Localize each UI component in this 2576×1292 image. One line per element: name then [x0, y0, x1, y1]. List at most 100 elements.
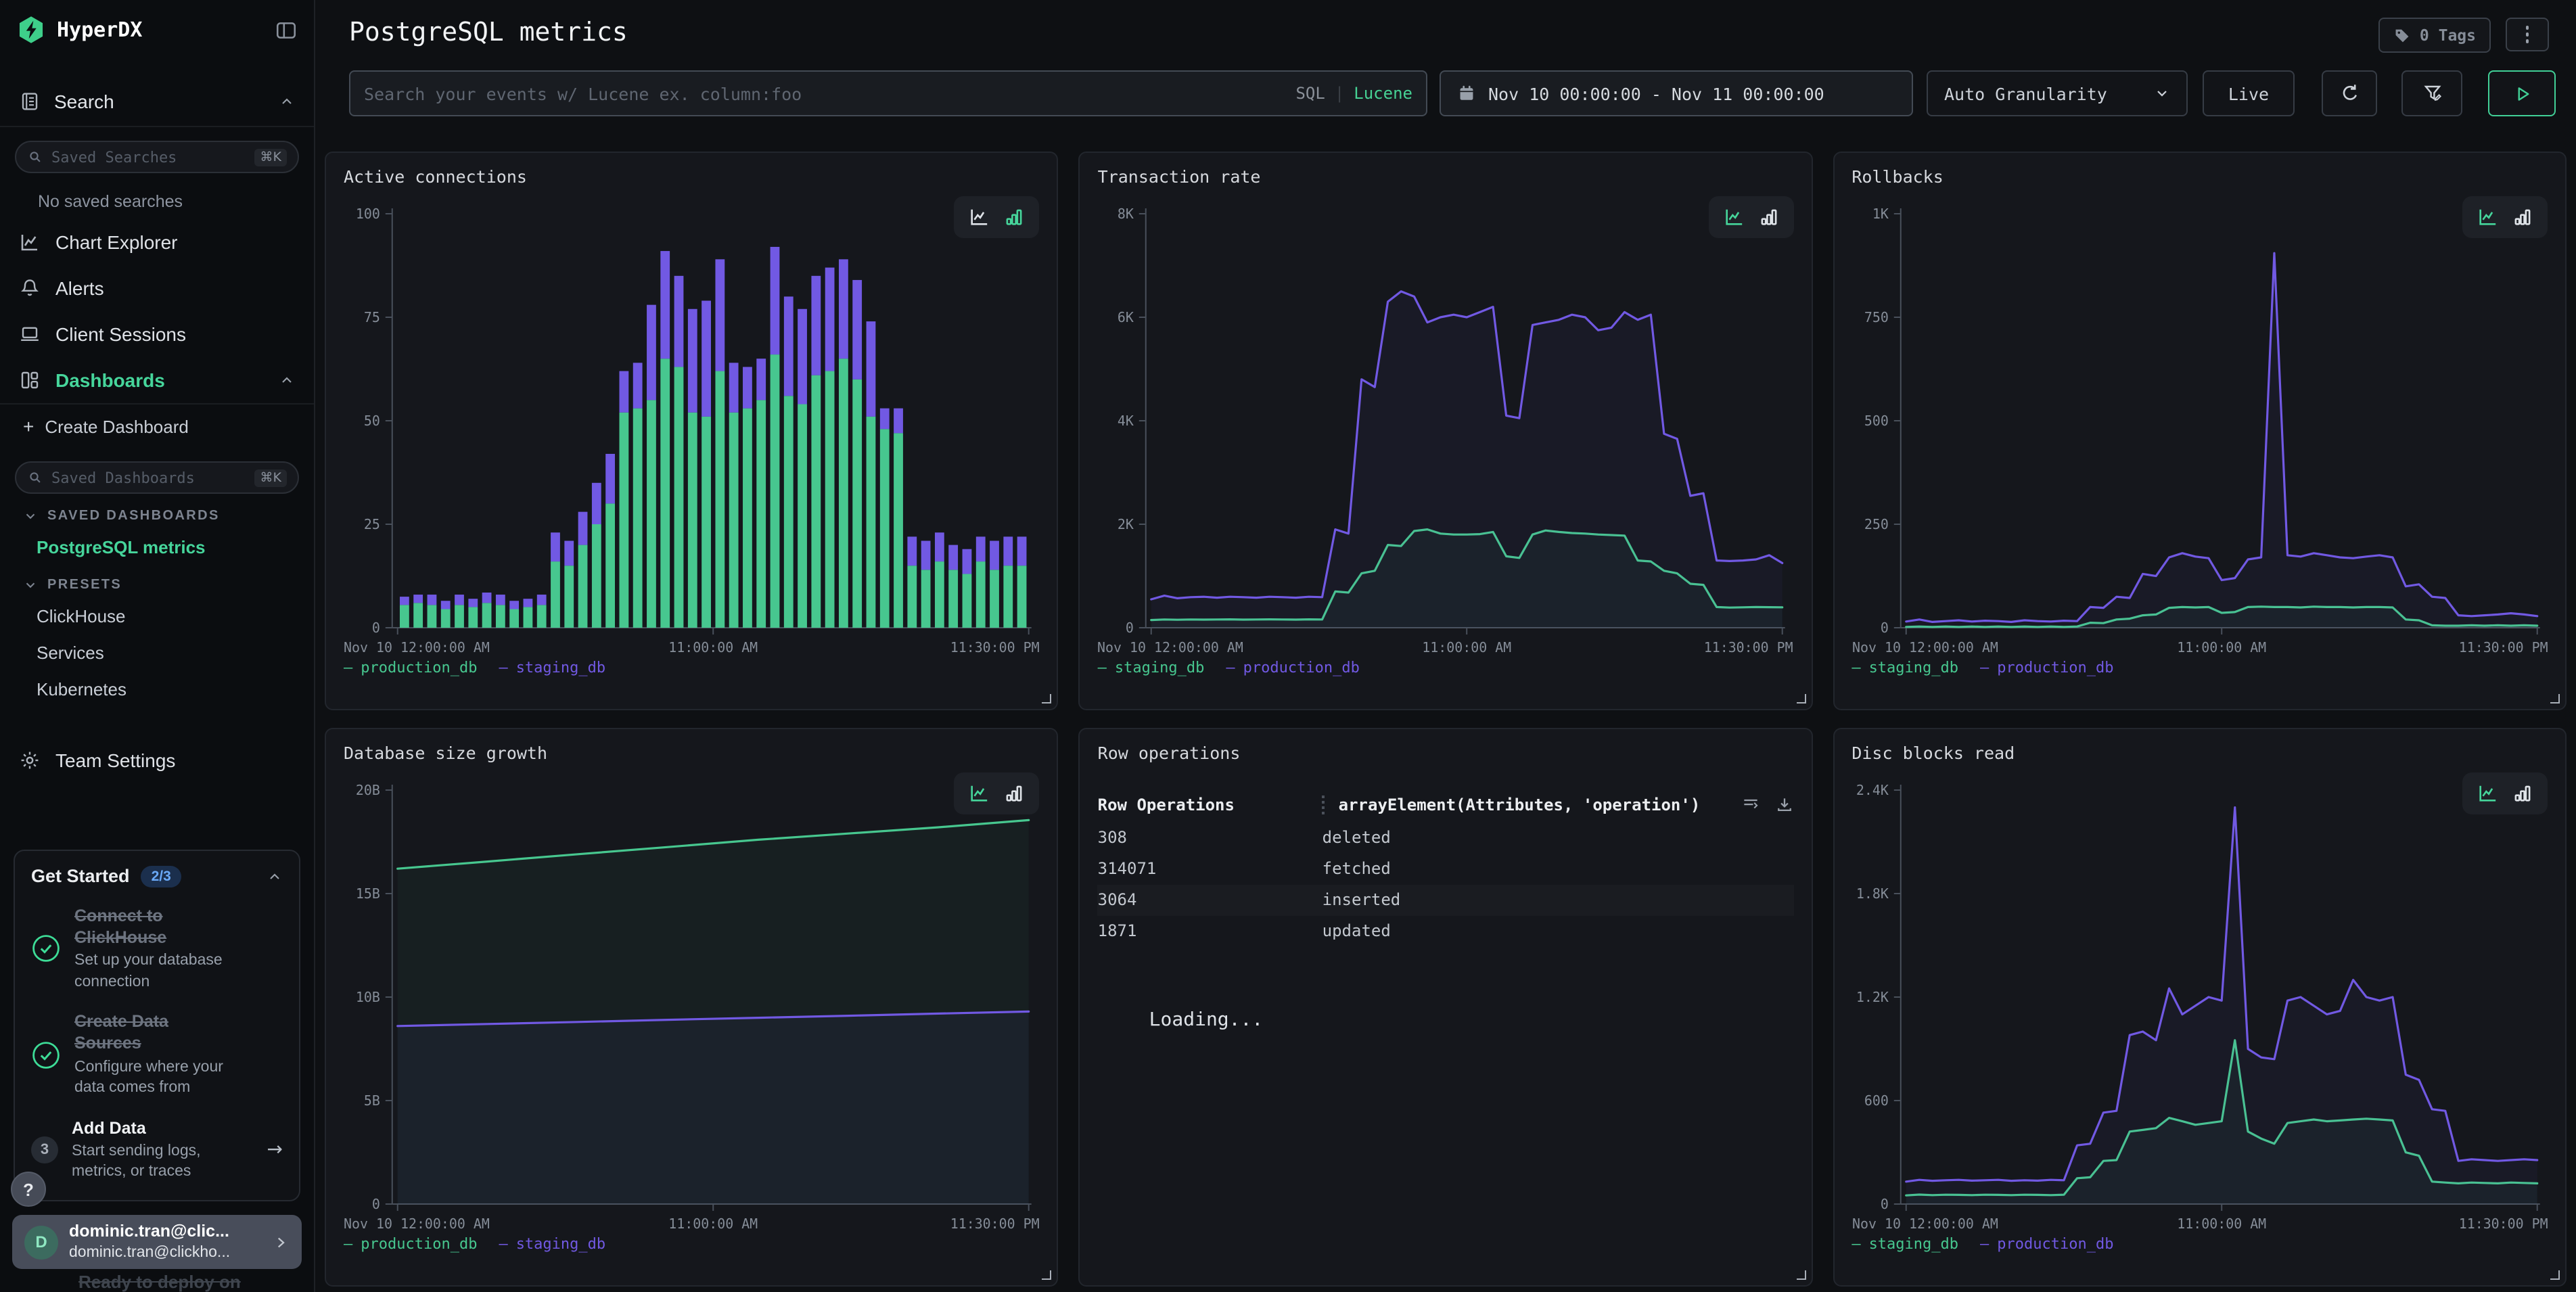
chart-explorer-icon [19, 231, 41, 253]
chart-canvas[interactable]: 05B10B15B20BNov 10 12:00:00 AM11:00:00 A… [344, 768, 1040, 1235]
sql-toggle[interactable]: SQL [1295, 84, 1325, 103]
user-account-card[interactable]: D dominic.tran@clic... dominic.tran@clic… [12, 1215, 302, 1269]
legend-item-production_db[interactable]: —production_db [344, 659, 477, 676]
svg-text:Nov 10 12:00:00 AM: Nov 10 12:00:00 AM [344, 1216, 490, 1232]
sidebar-item-chart-explorer[interactable]: Chart Explorer [0, 219, 314, 265]
saved-dashboards-input[interactable]: ⌘K [15, 461, 299, 494]
bar-chart-icon[interactable] [1758, 207, 1778, 227]
legend-item-staging_db[interactable]: —staging_db [499, 659, 605, 676]
chevron-up-icon[interactable] [267, 868, 283, 884]
get-started-step-add-data[interactable]: 3 Add Data Start sending logs, metrics, … [31, 1117, 283, 1184]
dashboards-icon [19, 369, 41, 391]
shortcut-badge: ⌘K [255, 469, 287, 486]
collapse-sidebar-icon[interactable] [275, 18, 298, 41]
get-started-step-sources[interactable]: Create Data Sources Configure where your… [31, 1011, 283, 1099]
sidebar-section-search[interactable]: Search [0, 77, 314, 126]
preset-item-kubernetes[interactable]: Kubernetes [0, 671, 314, 708]
bar-chart-icon[interactable] [2512, 207, 2533, 227]
sidebar-item-alerts[interactable]: Alerts [0, 265, 314, 311]
legend-item-staging_db[interactable]: —staging_db [1098, 659, 1205, 676]
date-range-picker[interactable]: Nov 10 00:00:00 - Nov 11 00:00:00 [1440, 70, 1913, 116]
chart-canvas[interactable]: 02K4K6K8KNov 10 12:00:00 AM11:00:00 AM11… [1098, 192, 1794, 659]
svg-text:0: 0 [372, 1196, 380, 1212]
line-chart-icon[interactable] [2477, 207, 2498, 227]
cell-operation: updated [1322, 916, 1794, 947]
preset-item-services[interactable]: Services [0, 635, 314, 671]
svg-text:11:30:00 PM: 11:30:00 PM [2458, 1216, 2548, 1232]
legend-item-production_db[interactable]: —production_db [1226, 659, 1359, 676]
line-chart-icon[interactable] [969, 207, 990, 227]
bar-chart-icon[interactable] [2512, 783, 2533, 804]
table-rows-icon[interactable] [1741, 795, 1760, 814]
tags-button[interactable]: 0 Tags [2379, 18, 2491, 53]
chart-canvas[interactable]: 02505007501KNov 10 12:00:00 AM11:00:00 A… [1852, 192, 2548, 659]
granularity-select[interactable]: Auto Granularity [1927, 70, 2188, 116]
page-title: PostgreSQL metrics [349, 18, 628, 47]
resize-handle[interactable] [2550, 1270, 2560, 1280]
saved-searches-input[interactable]: ⌘K [15, 141, 299, 173]
lucene-toggle[interactable]: Lucene [1354, 84, 1412, 103]
svg-text:11:00:00 AM: 11:00:00 AM [668, 1216, 758, 1232]
resize-handle[interactable] [1042, 1270, 1052, 1280]
event-search-field[interactable] [364, 83, 1285, 103]
line-chart-icon[interactable] [1723, 207, 1743, 227]
saved-dashboards-header[interactable]: SAVED DASHBOARDS [0, 497, 314, 529]
help-button[interactable]: ? [11, 1172, 46, 1207]
run-query-button[interactable] [2488, 70, 2556, 116]
preset-item-clickhouse[interactable]: ClickHouse [0, 598, 314, 635]
saved-searches-field[interactable] [51, 148, 247, 166]
plus-icon: + [23, 415, 34, 437]
chart-type-toggle [2462, 772, 2548, 814]
query-language-toggle[interactable]: SQL | Lucene [1285, 84, 1412, 103]
column-header-row-operations[interactable]: Row Operations [1098, 795, 1322, 814]
resize-handle[interactable] [2550, 694, 2560, 703]
get-started-step-connect[interactable]: Connect to ClickHouse Set up your databa… [31, 904, 283, 993]
client-sessions-icon [19, 323, 41, 345]
refresh-button[interactable] [2322, 70, 2377, 116]
check-circle-icon [31, 934, 61, 964]
bar-chart-icon[interactable] [1005, 207, 1025, 227]
legend-item-production_db[interactable]: —production_db [1980, 659, 2113, 676]
svg-text:6K: 6K [1118, 309, 1134, 325]
live-button[interactable]: Live [2203, 70, 2295, 116]
dashboard-item-postgresql-metrics[interactable]: PostgreSQL metrics [0, 529, 314, 566]
resize-handle[interactable] [1796, 694, 1806, 703]
presets-header[interactable]: PRESETS [0, 566, 314, 598]
chart-canvas[interactable]: 0255075100Nov 10 12:00:00 AM11:00:00 AM1… [344, 192, 1040, 659]
table-row[interactable]: 308deleted [1098, 823, 1794, 854]
filter-button[interactable] [2401, 70, 2462, 116]
sidebar-item-client-sessions[interactable]: Client Sessions [0, 311, 314, 357]
table-row[interactable]: 314071fetched [1098, 854, 1794, 885]
legend-item-staging_db[interactable]: —staging_db [499, 1235, 605, 1253]
panel-transaction-rate: Transaction rate 02K4K6K8KNov 10 12:00:0… [1079, 152, 1813, 710]
table-row[interactable]: 3064inserted [1098, 885, 1794, 916]
bar-chart-icon[interactable] [1005, 783, 1025, 804]
column-header-operation[interactable]: arrayElement(Attributes, 'operation') [1339, 795, 1741, 814]
download-icon[interactable] [1774, 795, 1793, 814]
event-search-input[interactable]: SQL | Lucene [349, 70, 1427, 116]
legend-item-production_db[interactable]: —production_db [1980, 1235, 2113, 1253]
sidebar-item-dashboards[interactable]: Dashboards [0, 357, 314, 403]
line-chart-icon[interactable] [969, 783, 990, 804]
chart-legend: —staging_db —production_db [1852, 659, 2548, 676]
dashboard-menu-button[interactable] [2506, 18, 2549, 51]
legend-item-production_db[interactable]: —production_db [344, 1235, 477, 1253]
line-chart-icon[interactable] [2477, 783, 2498, 804]
resize-handle[interactable] [1042, 694, 1052, 703]
legend-item-staging_db[interactable]: —staging_db [1852, 1235, 1958, 1253]
resize-handle[interactable] [1796, 1270, 1806, 1280]
table-row[interactable]: 1871updated [1098, 916, 1794, 947]
chart-legend: —staging_db —production_db [1098, 659, 1794, 676]
saved-dashboards-field[interactable] [51, 469, 247, 486]
create-dashboard-button[interactable]: + Create Dashboard [0, 405, 314, 448]
panel-title: Disc blocks read [1852, 743, 2548, 763]
column-grip[interactable] [1322, 795, 1325, 814]
main-content: PostgreSQL metrics 0 Tags SQL | Lucene [315, 0, 2576, 1292]
chart-canvas[interactable]: 06001.2K1.8K2.4KNov 10 12:00:00 AM11:00:… [1852, 768, 2548, 1235]
chevron-up-icon [279, 372, 295, 388]
step-number-badge: 3 [31, 1137, 58, 1164]
panel-disc-blocks-read: Disc blocks read 06001.2K1.8K2.4KNov 10 … [1833, 728, 2567, 1287]
filter-edit-icon [2421, 83, 2443, 104]
legend-item-staging_db[interactable]: —staging_db [1852, 659, 1958, 676]
sidebar-item-team-settings[interactable]: Team Settings [0, 737, 314, 783]
